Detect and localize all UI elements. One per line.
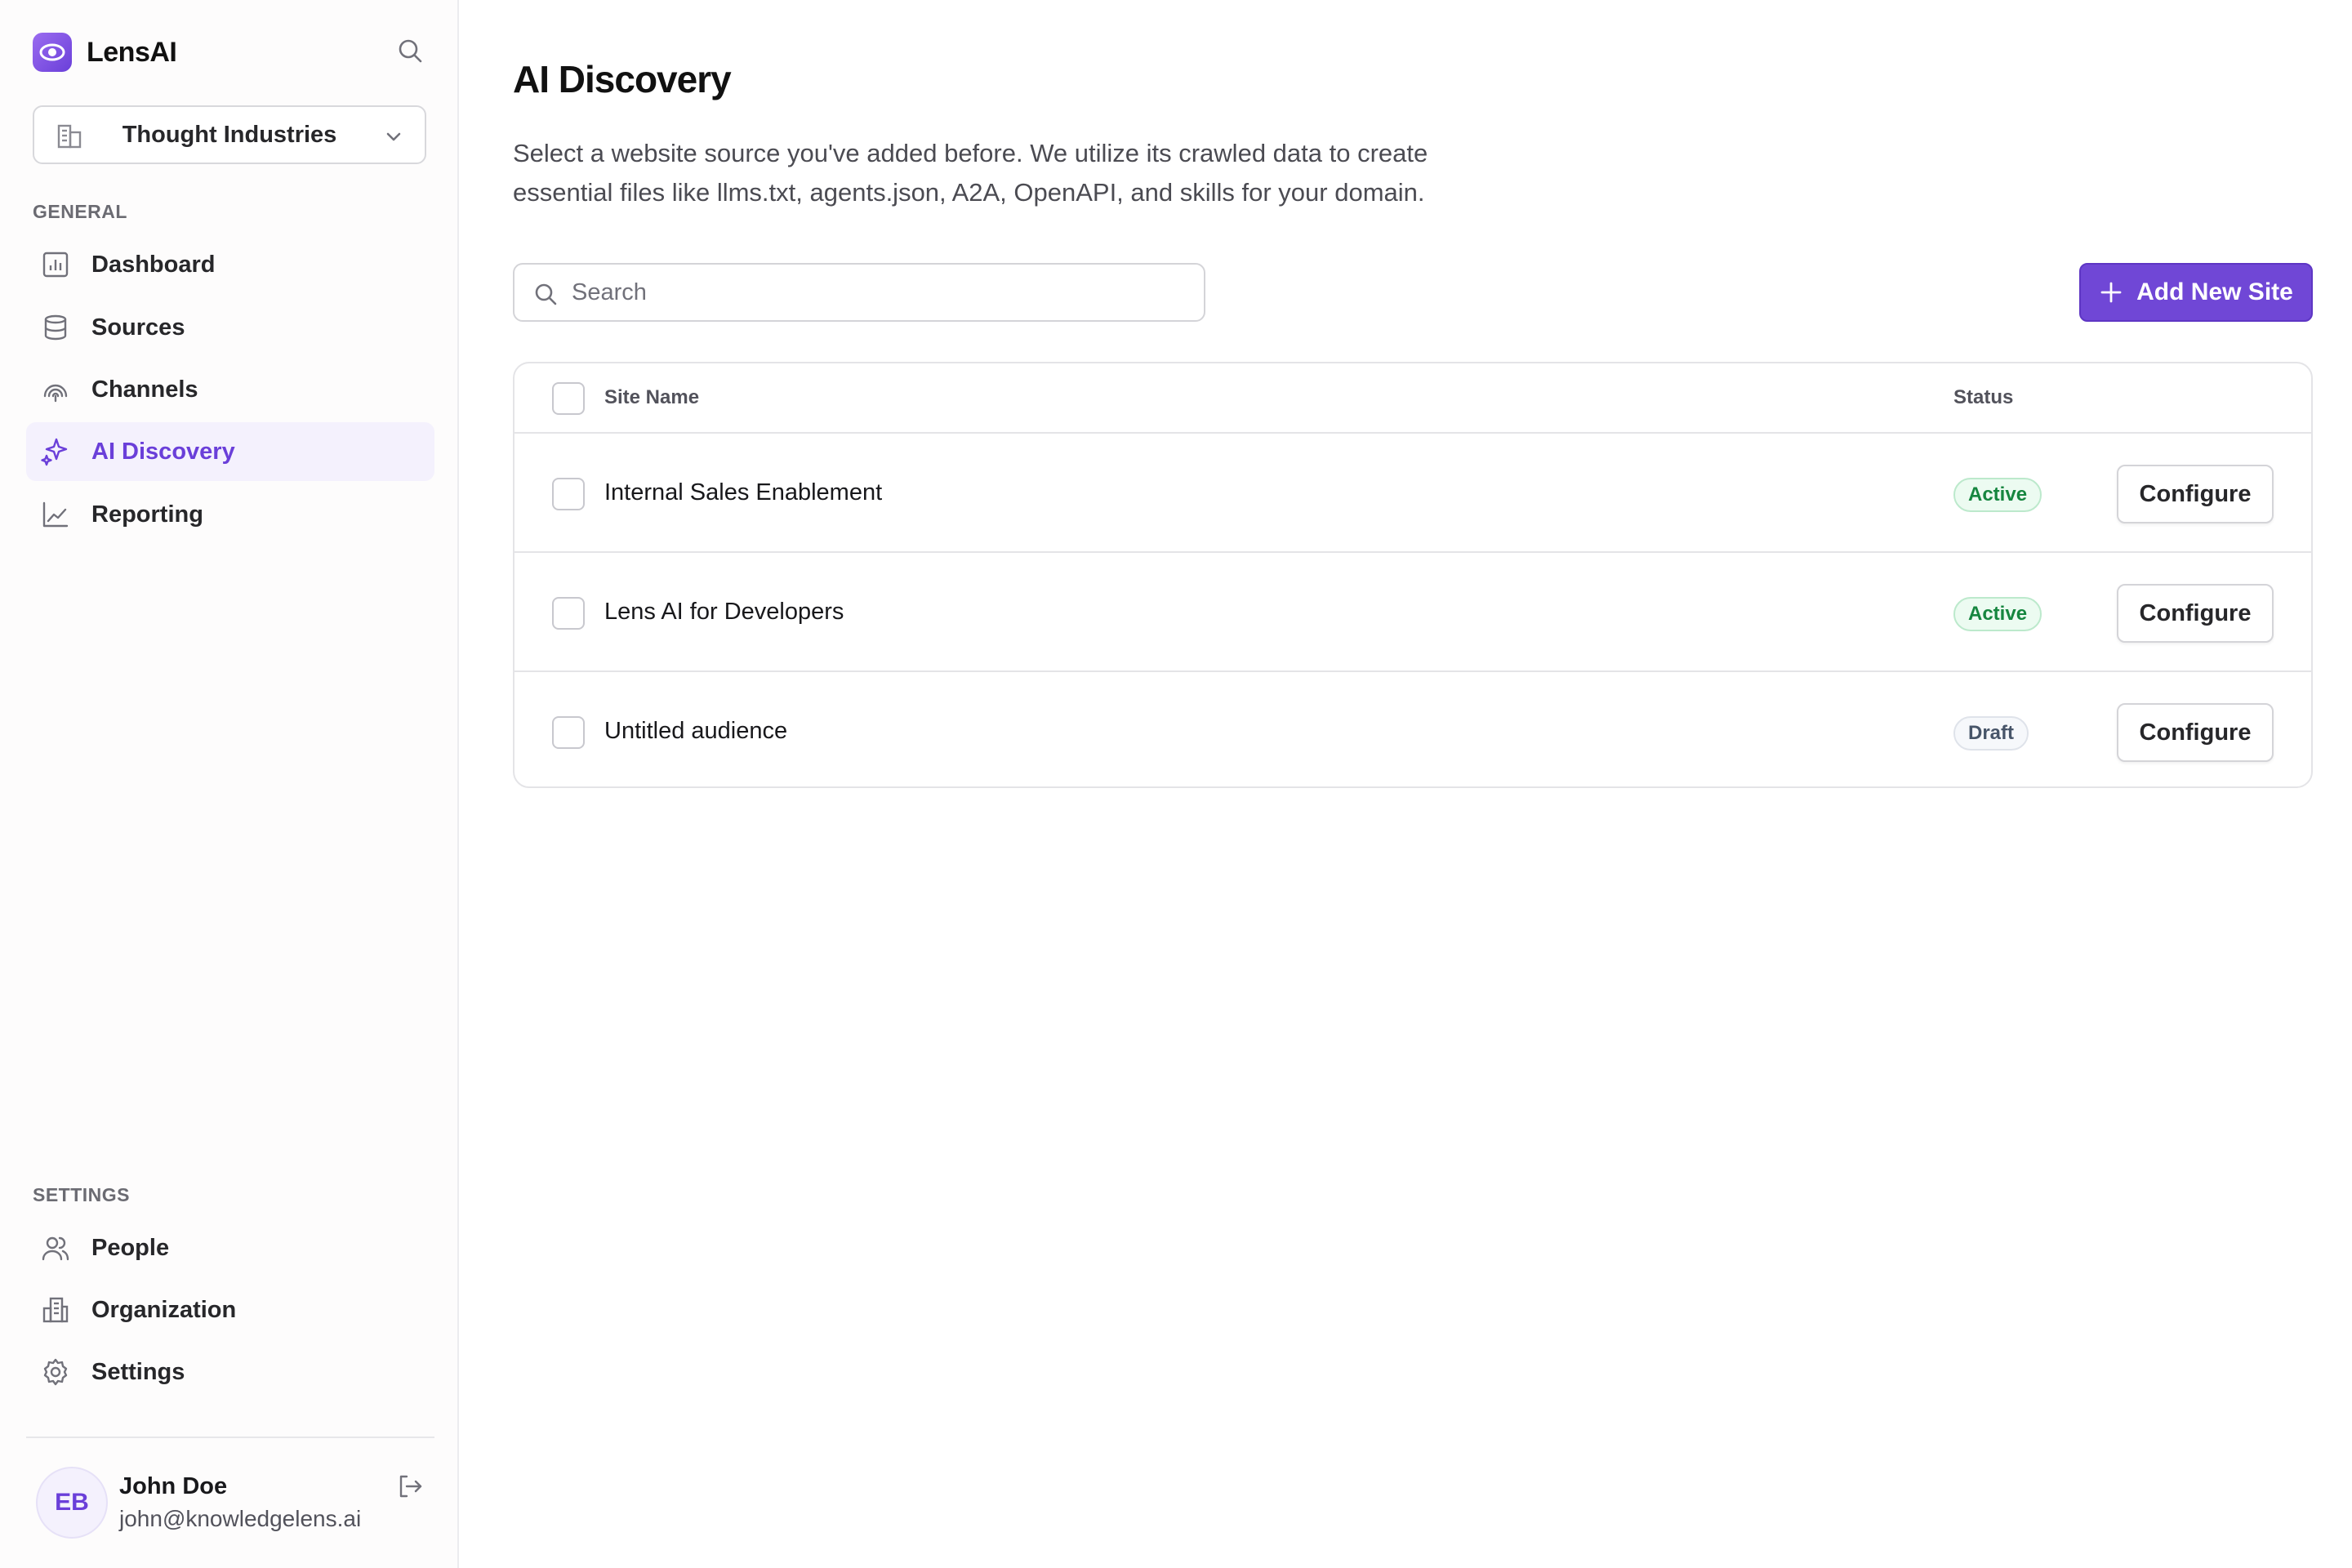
people-icon <box>39 1232 72 1264</box>
sidebar: LensAI Thought Industries GENERAL Dashbo… <box>0 0 459 1568</box>
nav-item-label: AI Discovery <box>91 438 235 465</box>
nav-item-ai-discovery[interactable]: AI Discovery <box>26 422 434 481</box>
user-profile[interactable]: EB John Doe john@knowledgelens.ai <box>36 1467 428 1539</box>
status-badge: Active <box>1953 478 2042 512</box>
search-input[interactable] <box>572 265 1184 320</box>
row-checkbox[interactable] <box>552 597 585 630</box>
add-new-site-button[interactable]: Add New Site <box>2079 263 2313 322</box>
plus-icon <box>2099 280 2123 305</box>
page-description: Select a website source you've added bef… <box>513 139 1428 207</box>
configure-button[interactable]: Configure <box>2117 703 2274 762</box>
nav-item-label: Channels <box>91 376 198 403</box>
chevron-down-icon <box>382 125 405 148</box>
column-header-site-name: Site Name <box>604 386 700 408</box>
nav-item-sources[interactable]: Sources <box>26 298 434 357</box>
search-field[interactable] <box>513 263 1205 322</box>
user-name: John Doe <box>119 1473 228 1499</box>
brand[interactable]: LensAI <box>33 33 177 72</box>
nav-item-dashboard[interactable]: Dashboard <box>26 235 434 294</box>
app-name: LensAI <box>87 36 177 68</box>
sidebar-divider <box>26 1437 434 1438</box>
general-section-label: GENERAL <box>33 201 127 222</box>
nav-item-settings[interactable]: Settings <box>26 1343 434 1401</box>
nav-item-label: Dashboard <box>91 251 216 278</box>
add-new-site-label: Add New Site <box>2136 278 2293 305</box>
channels-icon <box>39 373 72 406</box>
settings-section-label: SETTINGS <box>33 1184 131 1205</box>
search-icon[interactable] <box>395 36 425 65</box>
search-icon <box>532 281 559 307</box>
row-checkbox[interactable] <box>552 478 585 510</box>
nav-item-people[interactable]: People <box>26 1218 434 1277</box>
column-header-status: Status <box>1953 386 2014 408</box>
site-name: Internal Sales Enablement <box>604 479 883 506</box>
nav-item-label: Sources <box>91 314 185 341</box>
dashboard-icon <box>39 248 72 281</box>
status-badge: Draft <box>1953 716 2029 751</box>
user-email: john@knowledgelens.ai <box>119 1506 362 1531</box>
configure-button[interactable]: Configure <box>2117 465 2274 523</box>
configure-button[interactable]: Configure <box>2117 584 2274 643</box>
line-chart-icon <box>39 498 72 531</box>
table-row[interactable]: Untitled audience Draft Configure <box>514 674 2311 786</box>
logout-icon[interactable] <box>395 1472 425 1501</box>
building-icon <box>39 1294 72 1326</box>
main-content: AI Discovery Select a website source you… <box>461 0 2352 1568</box>
sparkles-icon <box>39 435 72 468</box>
nav-item-label: Organization <box>91 1296 237 1323</box>
row-checkbox[interactable] <box>552 716 585 749</box>
avatar: EB <box>36 1467 108 1539</box>
page-title: AI Discovery <box>513 58 732 100</box>
nav-item-label: Reporting <box>91 501 203 528</box>
nav-item-organization[interactable]: Organization <box>26 1281 434 1339</box>
select-all-checkbox[interactable] <box>552 382 585 415</box>
table-row[interactable]: Internal Sales Enablement Active Configu… <box>514 435 2311 553</box>
sites-table: Site Name Status Internal Sales Enableme… <box>513 362 2313 788</box>
lensai-logo-icon <box>33 33 72 72</box>
organization-select-value: Thought Industries <box>122 121 337 148</box>
nav-item-label: People <box>91 1234 170 1261</box>
site-name: Lens AI for Developers <box>604 599 844 625</box>
organization-select[interactable]: Thought Industries <box>33 105 426 164</box>
nav-item-reporting[interactable]: Reporting <box>26 485 434 544</box>
table-header: Site Name Status <box>514 363 2311 434</box>
nav-item-channels[interactable]: Channels <box>26 360 434 419</box>
database-icon <box>39 311 72 344</box>
status-badge: Active <box>1953 597 2042 631</box>
nav-item-label: Settings <box>91 1358 185 1385</box>
table-row[interactable]: Lens AI for Developers Active Configure <box>514 555 2311 672</box>
site-name: Untitled audience <box>604 718 788 744</box>
gear-icon <box>39 1356 72 1388</box>
